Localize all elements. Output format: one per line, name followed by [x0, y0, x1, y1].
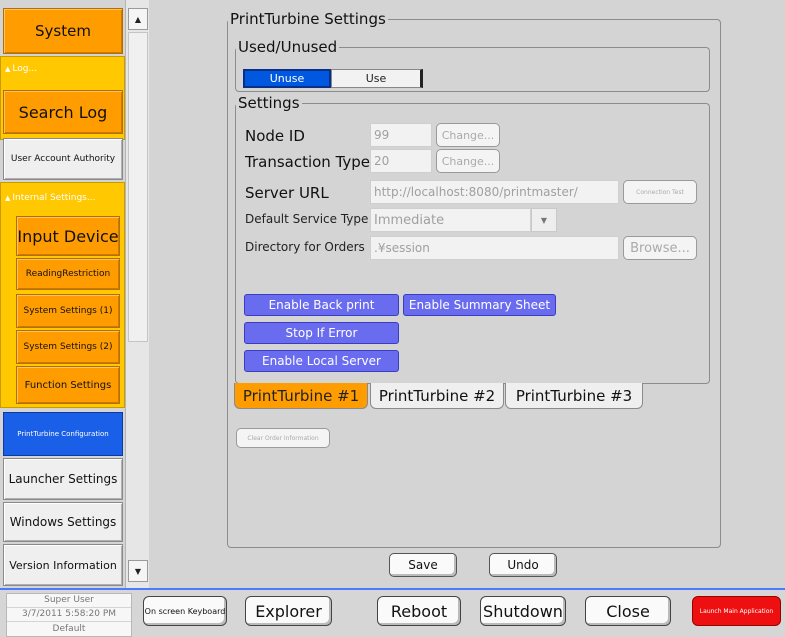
close-button[interactable]: Close [585, 596, 671, 626]
server-url-label: Server URL [245, 184, 329, 202]
sidebar-item-version-information-label: Version Information [9, 558, 117, 572]
log-group-header[interactable]: ▲ Log... [5, 64, 37, 74]
sidebar-item-system-label: System [35, 22, 91, 40]
user-status-box: Super User 3/7/2011 5:58:20 PM Default [6, 593, 132, 637]
enable-back-print-button[interactable]: Enable Back print [244, 294, 399, 316]
sidebar-item-system-settings-1[interactable]: System Settings (1) [16, 294, 120, 328]
sidebar-item-user-account-authority[interactable]: User Account Authority [3, 138, 123, 180]
on-screen-keyboard-button[interactable]: On screen Keyboard [143, 596, 227, 626]
internal-settings-group-label: Internal Settings... [12, 193, 96, 203]
sidebar-item-system-settings-2[interactable]: System Settings (2) [16, 330, 120, 364]
taskbar: Super User 3/7/2011 5:58:20 PM Default O… [0, 588, 785, 637]
default-service-type-select[interactable]: Immediate [370, 208, 531, 232]
reboot-button[interactable]: Reboot [377, 596, 461, 626]
sidebar-item-launcher-settings[interactable]: Launcher Settings [3, 458, 123, 500]
transaction-type-label: Transaction Type [245, 153, 371, 171]
directory-for-orders-field[interactable]: .¥session [370, 236, 619, 260]
sidebar-item-system-settings-2-label: System Settings (2) [23, 342, 113, 352]
default-service-type-label: Default Service Type [245, 212, 369, 226]
sidebar-item-function-settings-label: Function Settings [24, 379, 112, 391]
sidebar-item-search-log-label: Search Log [18, 102, 108, 122]
sidebar-item-printturbine-configuration-label: PrintTurbine Configuration [17, 430, 109, 438]
internal-settings-group-header[interactable]: ▲ Internal Settings... [5, 193, 95, 203]
transaction-type-change-button[interactable]: Change... [436, 149, 500, 173]
server-url-field[interactable]: http://localhost:8080/printmaster/ [370, 180, 619, 204]
node-id-field[interactable]: 99 [370, 123, 432, 147]
profile-name: Default [52, 623, 86, 634]
sidebar-item-reading-restriction-label: ReadingRestriction [25, 269, 111, 279]
stop-if-error-button[interactable]: Stop If Error [244, 322, 399, 344]
sidebar-item-windows-settings[interactable]: Windows Settings [3, 502, 123, 542]
enable-summary-sheet-button[interactable]: Enable Summary Sheet [403, 294, 556, 316]
user-name: Super User [7, 594, 131, 609]
caret-up-icon: ▲ [5, 65, 11, 73]
tab-printturbine-2[interactable]: PrintTurbine #2 [370, 383, 504, 409]
caret-up-icon: ▲ [5, 194, 11, 202]
explorer-button[interactable]: Explorer [245, 596, 332, 626]
save-button[interactable]: Save [389, 553, 457, 577]
page-title: PrintTurbine Settings [230, 10, 386, 28]
sidebar: System ▲ Log... Search Log User Account … [0, 0, 125, 590]
node-id-change-button[interactable]: Change... [436, 123, 500, 147]
shutdown-button[interactable]: Shutdown [480, 596, 566, 626]
browse-button[interactable]: Browse... [623, 236, 697, 260]
sidebar-item-system[interactable]: System [3, 8, 123, 54]
scroll-thumb[interactable] [128, 32, 148, 342]
node-id-label: Node ID [245, 127, 305, 145]
chevron-down-icon[interactable]: ▼ [531, 208, 557, 232]
undo-button[interactable]: Undo [489, 553, 557, 577]
unuse-toggle[interactable]: Unuse [243, 69, 331, 88]
clear-order-information-button[interactable]: Clear Order Information [236, 428, 330, 448]
transaction-type-field[interactable]: 20 [370, 149, 432, 173]
sidebar-item-user-account-authority-label: User Account Authority [10, 154, 116, 164]
scroll-up-icon[interactable]: ▲ [128, 8, 148, 30]
scroll-down-icon[interactable]: ▼ [128, 560, 148, 582]
settings-legend: Settings [238, 94, 300, 112]
directory-for-orders-label: Directory for Orders [245, 240, 365, 254]
used-unused-legend: Used/Unused [238, 38, 338, 56]
use-toggle[interactable]: Use [331, 69, 423, 88]
sidebar-item-system-settings-1-label: System Settings (1) [23, 306, 113, 316]
sidebar-item-reading-restriction[interactable]: ReadingRestriction [16, 258, 120, 290]
tab-printturbine-1[interactable]: PrintTurbine #1 [234, 383, 368, 409]
sidebar-item-search-log[interactable]: Search Log [3, 90, 123, 134]
sidebar-item-input-device-label: Input Device [17, 226, 119, 246]
datetime: 3/7/2011 5:58:20 PM [7, 608, 131, 623]
launch-main-application-button[interactable]: Launch Main Application [692, 596, 781, 626]
sidebar-item-input-device[interactable]: Input Device [16, 216, 120, 256]
sidebar-scrollbar[interactable]: ▲ ▼ [125, 0, 149, 590]
sidebar-item-version-information[interactable]: Version Information [3, 544, 123, 586]
connection-test-button[interactable]: Connection Test [623, 180, 697, 204]
sidebar-item-function-settings[interactable]: Function Settings [16, 366, 120, 404]
sidebar-item-launcher-settings-label: Launcher Settings [8, 472, 118, 486]
sidebar-item-printturbine-configuration[interactable]: PrintTurbine Configuration [3, 412, 123, 456]
log-group-label: Log... [12, 64, 38, 74]
sidebar-item-windows-settings-label: Windows Settings [9, 515, 117, 529]
enable-local-server-button[interactable]: Enable Local Server [244, 350, 399, 372]
tab-printturbine-3[interactable]: PrintTurbine #3 [505, 383, 643, 409]
